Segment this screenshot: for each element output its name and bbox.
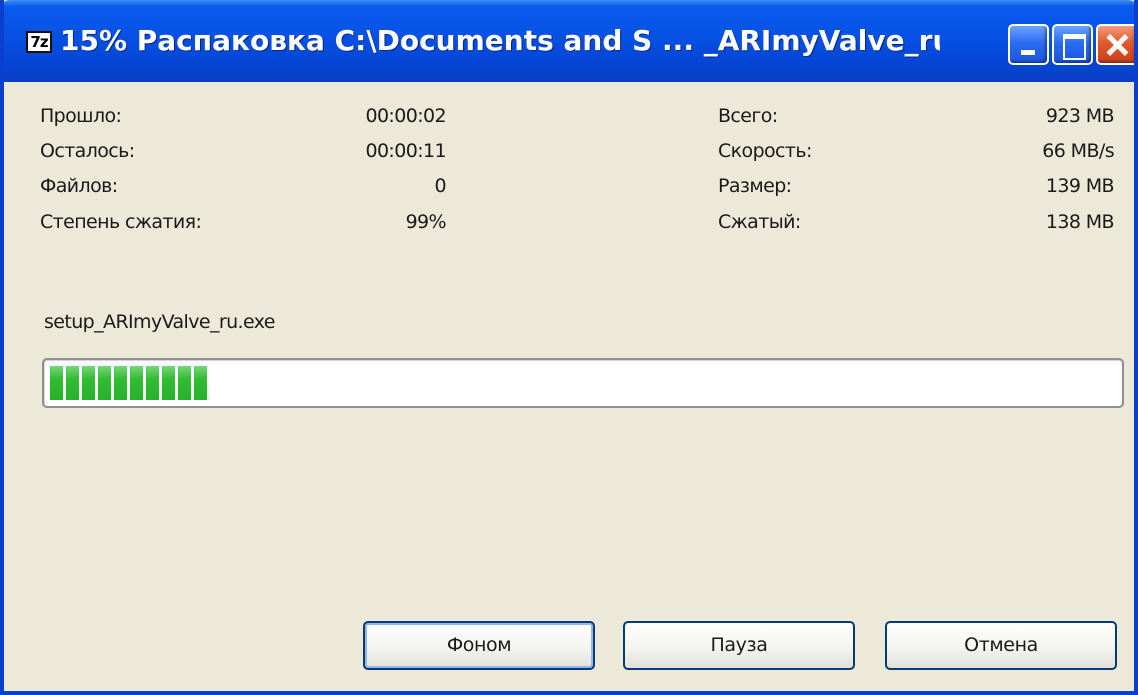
total-label: Всего: [718,105,778,127]
elapsed-label: Прошло: [40,105,122,127]
maximize-icon[interactable] [1052,24,1093,65]
remaining-label: Осталось: [40,140,135,162]
packed-label: Сжатый: [718,211,801,233]
7zip-app-icon: 7z [26,31,52,53]
cancel-button[interactable]: Отмена [885,621,1117,670]
background-button[interactable]: Фоном [363,621,595,670]
speed-value: 66 MB/s [1042,140,1114,162]
elapsed-value: 00:00:02 [365,105,446,127]
current-file-name: setup_ARImyValve_ru.exe [44,311,275,333]
close-icon[interactable] [1096,24,1134,65]
title-bar[interactable]: 7z 15% Распаковка C:\Documents and S ...… [4,0,1134,82]
size-label: Размер: [718,175,792,197]
files-label: Файлов: [40,175,118,197]
compression-ratio-label: Степень сжатия: [40,211,202,233]
progress-track [50,366,1116,400]
remaining-value: 00:00:11 [365,140,446,162]
progress-bar [42,358,1124,408]
files-value: 0 [434,175,447,197]
total-value: 923 MB [1045,105,1115,127]
minimize-icon[interactable] [1008,24,1049,65]
pause-button[interactable]: Пауза [623,621,855,670]
packed-value: 138 MB [1045,211,1115,233]
window-title: 15% Распаковка C:\Documents and S ... _A… [60,24,940,57]
progress-fill [50,366,210,400]
speed-label: Скорость: [718,140,812,162]
compression-ratio-value: 99% [405,211,447,233]
extract-dialog: 7z 15% Распаковка C:\Documents and S ...… [0,0,1138,695]
size-value: 139 MB [1045,175,1115,197]
